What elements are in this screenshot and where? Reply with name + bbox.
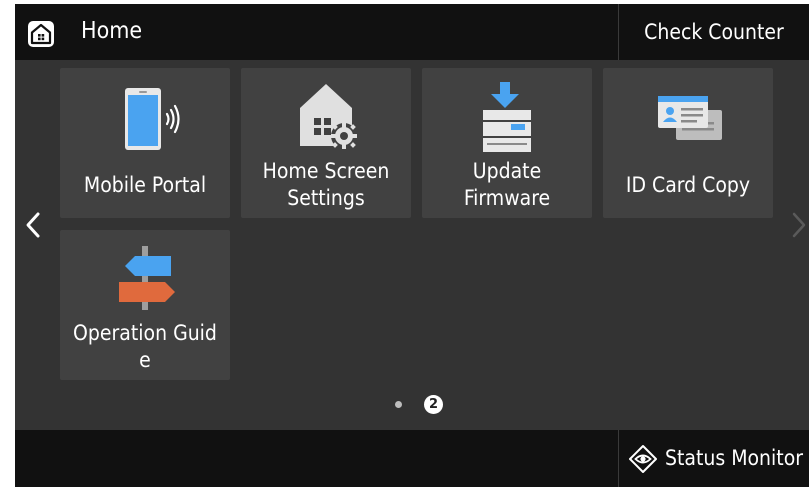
printer-home-screen: Home Check Counter Mobile Portal Home Sc… [15,4,809,487]
top-bar: Home Check Counter [15,4,809,60]
id-card-copy-tile[interactable]: ID Card Copy [603,68,773,218]
signpost-icon [60,236,230,316]
page-indicator-dot[interactable] [395,401,402,408]
tile-label: Update Firmware [426,158,588,212]
mobile-portal-tile[interactable]: Mobile Portal [60,68,230,218]
tile-label: Home Screen Settings [245,158,407,212]
home-screen-settings-tile[interactable]: Home Screen Settings [241,68,411,218]
tile-label-line: Operation Guid [73,321,217,345]
previous-page-arrow-icon[interactable] [21,208,45,242]
operation-guide-tile[interactable]: Operation Guid e [60,230,230,380]
home-icon [28,21,54,47]
bottom-bar: Status Monitor [15,430,809,487]
tile-label-line: e [139,348,151,372]
tile-label: Mobile Portal [83,173,207,197]
mobile-portal-icon [60,80,230,160]
update-firmware-icon [422,76,592,156]
next-page-arrow-icon[interactable] [789,208,809,242]
tile-label: ID Card Copy [625,173,751,197]
tile-label-line: Home Screen [262,159,390,183]
tile-label-line: Firmware [463,186,551,210]
id-card-icon [603,80,773,160]
page-indicator-current[interactable]: 2 [424,395,443,414]
home-button[interactable]: Home [15,4,155,60]
tile-label-line: Settings [287,186,365,210]
home-settings-icon [241,76,411,156]
status-monitor-label: Status Monitor [665,446,804,470]
check-counter-button[interactable]: Check Counter [619,4,809,60]
status-monitor-button[interactable]: Status Monitor [619,430,809,487]
update-firmware-tile[interactable]: Update Firmware [422,68,592,218]
eye-diamond-icon [629,445,657,473]
page-title: Home [81,18,143,44]
tile-label: Operation Guid e [64,320,226,374]
tile-label-line: Update [472,159,542,183]
